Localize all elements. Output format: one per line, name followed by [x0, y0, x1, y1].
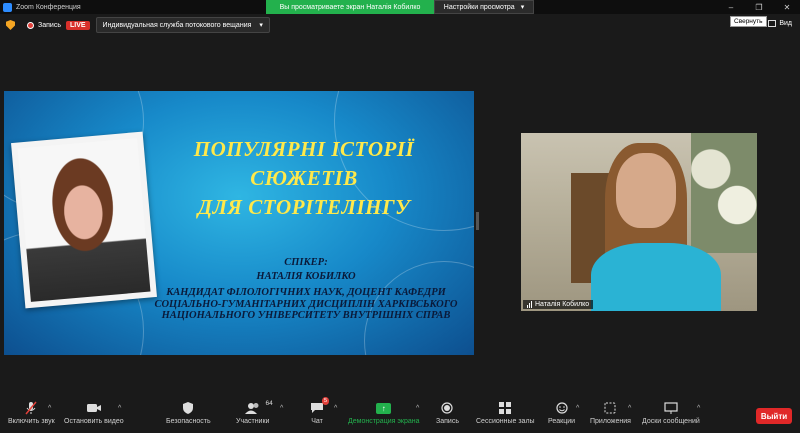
- stream-service-dropdown[interactable]: Индивидуальная служба потокового вещания…: [95, 17, 270, 33]
- meeting-top-bar: Запись LIVE Индивидуальная служба потоко…: [0, 14, 800, 36]
- speaker-portrait: [11, 131, 157, 309]
- participants-icon: 64: [244, 400, 273, 415]
- chat-options-chevron-icon[interactable]: ^: [334, 405, 337, 412]
- record-icon: [441, 401, 454, 415]
- recording-icon: [27, 21, 34, 29]
- stop-video-button[interactable]: Остановить видео: [64, 401, 124, 425]
- breakout-rooms-label: Сессионные залы: [476, 418, 535, 425]
- apps-label: Приложения: [590, 418, 631, 425]
- chat-unread-badge: 5: [321, 397, 329, 405]
- view-button[interactable]: Вид: [768, 20, 792, 27]
- view-options-button[interactable]: Настройки просмотра ▾: [434, 0, 534, 14]
- stream-service-label: Индивидуальная служба потокового вещания: [102, 21, 252, 29]
- video-camera-icon: [86, 401, 102, 415]
- record-button[interactable]: Запись: [436, 401, 459, 425]
- shared-screen-slide: ПОПУЛЯРНІ ІСТОРІЇ СЮЖЕТІВ ДЛЯ СТОРІТЕЛІН…: [4, 91, 474, 355]
- grid-icon: [768, 20, 777, 27]
- participant-video-tile[interactable]: Наталія Кобилко: [521, 133, 757, 311]
- participants-count: 64: [265, 400, 273, 407]
- chevron-down-icon: ▾: [520, 4, 525, 11]
- reactions-label: Реакции: [548, 418, 576, 425]
- stop-video-label: Остановить видео: [64, 418, 124, 425]
- apps-button[interactable]: Приложения: [590, 401, 631, 425]
- breakout-rooms-button[interactable]: Сессионные залы: [476, 401, 535, 425]
- collapse-tooltip: Свернуть: [730, 16, 767, 27]
- speaker-description: КАНДИДАТ ФІЛОЛОГІЧНИХ НАУК, ДОЦЕНТ КАФЕД…: [154, 287, 458, 321]
- security-button[interactable]: Безопасность: [166, 401, 211, 425]
- reactions-options-chevron-icon[interactable]: ^: [576, 405, 579, 412]
- share-screen-label: Демонстрация экрана: [348, 418, 420, 425]
- breakout-rooms-icon: [499, 401, 512, 415]
- portrait-photo: [17, 138, 151, 302]
- slide-title-line: ДЛЯ СТОРІТЕЛІНГУ: [197, 195, 411, 219]
- splitter-handle[interactable]: [476, 212, 479, 230]
- restore-button[interactable]: ❐: [746, 0, 772, 14]
- share-screen-button[interactable]: ↑ Демонстрация экрана: [348, 401, 420, 425]
- record-label: Запись: [436, 418, 459, 425]
- audio-options-chevron-icon[interactable]: ^: [48, 405, 51, 412]
- zoom-window: Zoom Конференция Вы просматриваете экран…: [0, 0, 800, 433]
- slide-title: ПОПУЛЯРНІ ІСТОРІЇ СЮЖЕТІВ ДЛЯ СТОРІТЕЛІН…: [154, 135, 454, 222]
- whiteboards-label: Доски сообщений: [642, 418, 700, 425]
- whiteboard-icon: [664, 401, 678, 415]
- shield-icon[interactable]: [6, 20, 15, 30]
- chevron-down-icon: ▾: [259, 22, 263, 29]
- background-flowers: [691, 133, 757, 253]
- view-options-label: Настройки просмотра: [443, 3, 515, 11]
- leave-meeting-button[interactable]: Выйти: [756, 408, 792, 424]
- close-window-button[interactable]: ✕: [774, 0, 800, 14]
- speaker-label: СПІКЕР:: [284, 257, 328, 268]
- participant-face: [616, 153, 676, 228]
- screen-share-banner: Вы просматриваете экран Наталія Кобилко: [266, 0, 434, 14]
- participant-body: [591, 243, 721, 311]
- apps-options-chevron-icon[interactable]: ^: [628, 405, 631, 412]
- share-options-chevron-icon[interactable]: ^: [416, 405, 419, 412]
- participants-label: Участники: [236, 418, 270, 425]
- recording-label[interactable]: Запись: [38, 22, 61, 29]
- whiteboards-button[interactable]: Доски сообщений: [642, 401, 700, 425]
- apps-icon: [604, 401, 616, 415]
- mute-label: Включить звук: [8, 418, 55, 425]
- participants-options-chevron-icon[interactable]: ^: [280, 405, 283, 412]
- slide-title-line: ПОПУЛЯРНІ ІСТОРІЇ: [193, 137, 415, 161]
- chat-button[interactable]: 5 Чат: [310, 397, 329, 425]
- video-options-chevron-icon[interactable]: ^: [118, 405, 121, 412]
- meeting-toolbar: Включить звук ^ Остановить видео ^ Безоп…: [0, 397, 800, 433]
- participant-name: Наталія Кобилко: [535, 301, 590, 308]
- participants-button[interactable]: 64 Участники: [236, 400, 273, 425]
- security-label: Безопасность: [166, 418, 211, 425]
- participant-name-tag: Наталія Кобилко: [523, 300, 594, 309]
- view-label: Вид: [779, 20, 792, 27]
- reactions-button[interactable]: Реакции: [548, 401, 575, 425]
- share-screen-icon: ↑: [376, 401, 392, 415]
- microphone-muted-icon: [25, 401, 37, 415]
- window-title: Zoom Конференция: [16, 3, 81, 11]
- whiteboards-options-chevron-icon[interactable]: ^: [697, 405, 700, 412]
- minimize-button[interactable]: –: [718, 0, 744, 14]
- chat-bubble-icon: 5: [310, 397, 329, 415]
- live-badge[interactable]: LIVE: [65, 20, 90, 30]
- chat-label: Чат: [311, 418, 323, 425]
- speaker-name: НАТАЛІЯ КОБИЛКО: [256, 271, 356, 282]
- signal-strength-icon: [527, 301, 532, 308]
- zoom-logo-icon: [3, 2, 12, 12]
- smiley-icon: [555, 401, 568, 415]
- shield-icon: [182, 401, 194, 415]
- slide-title-line: СЮЖЕТІВ: [250, 166, 358, 190]
